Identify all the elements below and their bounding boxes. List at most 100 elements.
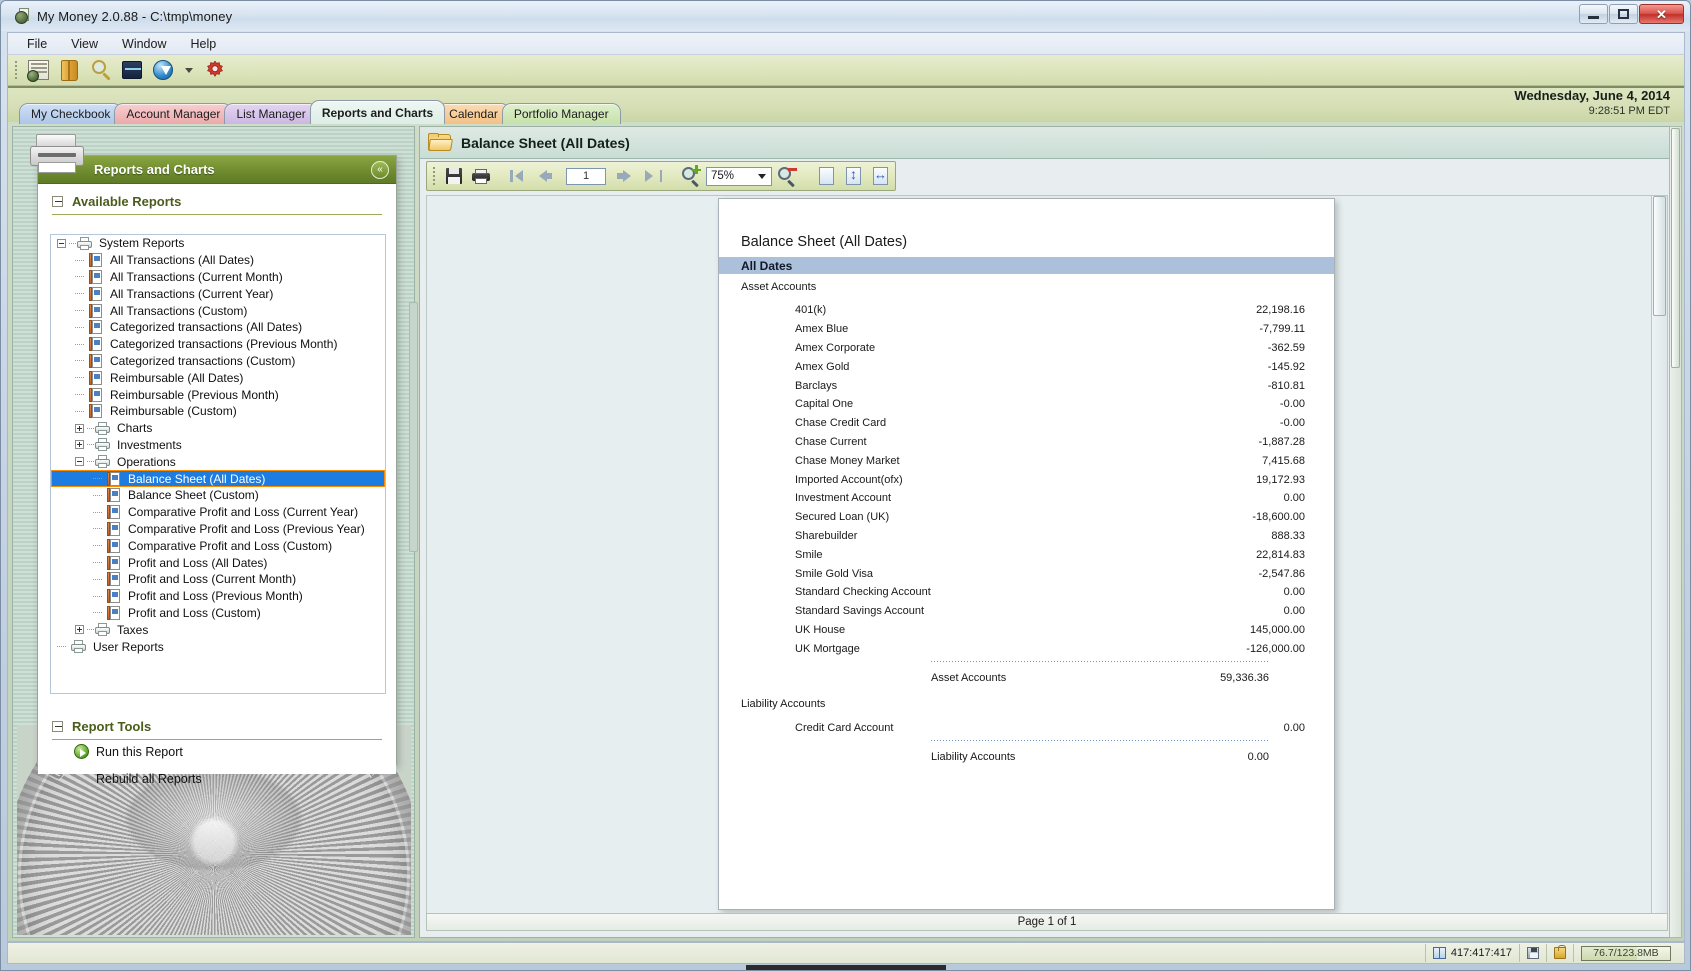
prev-page-icon[interactable] [535,164,559,188]
tab-account-manager[interactable]: Account Manager [114,103,233,124]
fit-width-icon[interactable] [868,164,892,188]
report-row-label: 401(k) [795,304,827,317]
section-available-reports[interactable]: Available Reports [52,194,382,215]
minimize-button[interactable] [1579,4,1608,24]
tab-portfolio-manager[interactable]: Portfolio Manager [501,103,621,124]
report-row-value: -0.00 [1279,398,1305,411]
expand-icon[interactable] [75,423,84,433]
tree-item-label: Reimbursable (All Dates) [110,370,244,385]
tree-item[interactable]: Comparative Profit and Loss (Custom) [51,537,385,554]
zoom-out-icon[interactable] [775,164,799,188]
menu-window[interactable]: Window [111,34,177,54]
tree-item[interactable]: Profit and Loss (Custom) [51,605,385,622]
report-viewport[interactable]: Balance Sheet (All Dates) All Dates Asse… [426,195,1668,915]
collapse-icon[interactable] [52,196,63,207]
report-row-value: -362.59 [1267,341,1305,354]
left-pane: UNI ICA Reports and Charts « Available R… [12,126,415,938]
tree-item[interactable]: Categorized transactions (All Dates) [51,319,385,336]
tree-item[interactable]: Profit and Loss (All Dates) [51,554,385,571]
tab-my-checkbook[interactable]: My Checkbook [19,103,123,124]
search-icon[interactable] [88,57,114,83]
chevron-down-icon[interactable] [185,67,193,73]
tab-list-manager[interactable]: List Manager [224,103,318,124]
maximize-button[interactable] [1609,4,1638,24]
first-page-icon[interactable] [508,164,532,188]
tree-item[interactable]: All Transactions (All Dates) [51,252,385,269]
tree-item[interactable]: User Reports [51,638,385,655]
tree-item[interactable]: Charts [51,420,385,437]
status-memory-cell[interactable]: 76.7/123.8MB [1573,944,1678,962]
page-number-input[interactable] [566,167,606,185]
tree-item[interactable]: Operations [51,453,385,470]
tree-item[interactable]: Balance Sheet (Custom) [51,487,385,504]
download-icon[interactable] [150,57,176,83]
close-button[interactable]: ✕ [1639,4,1684,24]
zoom-in-icon[interactable] [679,164,703,188]
status-lock-cell[interactable] [1546,944,1573,962]
tree-item[interactable]: Reimbursable (Custom) [51,403,385,420]
tree-item[interactable]: Comparative Profit and Loss (Current Yea… [51,504,385,521]
book-icon[interactable] [57,57,83,83]
tree-item[interactable]: Taxes [51,621,385,638]
memory-meter[interactable]: 76.7/123.8MB [1581,945,1671,961]
tree-item[interactable]: Reimbursable (Previous Month) [51,386,385,403]
collapse-icon[interactable] [57,238,66,248]
ledger-icon[interactable] [26,57,52,83]
report-toolbar-grip[interactable] [432,166,436,186]
tree-connector [93,494,103,496]
report-row-value: 19,172.93 [1256,473,1305,486]
pane-splitter-scrollbar[interactable] [409,302,418,552]
status-save-cell[interactable] [1519,944,1546,962]
last-page-icon[interactable] [640,164,664,188]
client-vertical-scrollbar[interactable] [1669,126,1682,938]
zoom-level-select[interactable]: 75% [706,166,772,186]
memory-value: 76.7/123.8MB [1593,947,1659,959]
tree-item[interactable]: System Reports [51,235,385,252]
tree-item[interactable]: All Transactions (Custom) [51,302,385,319]
print-icon[interactable] [469,164,493,188]
collapse-icon[interactable] [52,721,63,732]
save-state-icon [1527,947,1539,959]
rebuild-all-reports-button[interactable]: Rebuild all Reports [96,772,202,786]
scrollbar-thumb[interactable] [1653,196,1666,316]
tree-item[interactable]: Balance Sheet (All Dates) [51,470,385,487]
explorer-header: Reports and Charts « [30,134,396,184]
tree-item[interactable]: Comparative Profit and Loss (Previous Ye… [51,521,385,538]
tree-item[interactable]: Profit and Loss (Previous Month) [51,588,385,605]
scrollbar-thumb[interactable] [1671,128,1680,368]
chart-icon[interactable] [119,57,145,83]
fit-page-icon[interactable] [814,164,838,188]
run-this-report-button[interactable]: Run this Report [74,744,183,759]
tab-reports-and-charts[interactable]: Reports and Charts [309,100,446,124]
report-vertical-scrollbar[interactable] [1651,196,1667,914]
section-report-tools[interactable]: Report Tools [52,719,382,740]
tab-calendar[interactable]: Calendar [437,103,510,124]
menu-view[interactable]: View [60,34,109,54]
toolbar-grip[interactable] [14,60,18,80]
collapse-panel-button[interactable]: « [371,161,389,179]
report-total-value: 0.00 [1247,751,1269,763]
tree-item[interactable]: Investments [51,437,385,454]
expand-icon[interactable] [75,440,84,450]
title-bar[interactable]: My Money 2.0.88 - C:\tmp\money ✕ [1,1,1690,31]
gear-icon[interactable] [202,57,228,83]
menu-help[interactable]: Help [180,34,228,54]
expand-icon[interactable] [75,625,84,635]
tree-item[interactable]: All Transactions (Current Month) [51,269,385,286]
save-icon[interactable] [442,164,466,188]
tree-item[interactable]: Categorized transactions (Previous Month… [51,336,385,353]
tree-item[interactable]: Reimbursable (All Dates) [51,369,385,386]
next-page-icon[interactable] [613,164,637,188]
fit-height-icon[interactable] [841,164,865,188]
reports-tree[interactable]: System Reports All Transactions (All Date… [50,234,386,694]
collapse-icon[interactable] [75,457,84,467]
tree-item[interactable]: Categorized transactions (Custom) [51,353,385,370]
tree-item[interactable]: Profit and Loss (Current Month) [51,571,385,588]
menu-file[interactable]: File [16,34,58,54]
tree-item[interactable]: All Transactions (Current Year) [51,285,385,302]
